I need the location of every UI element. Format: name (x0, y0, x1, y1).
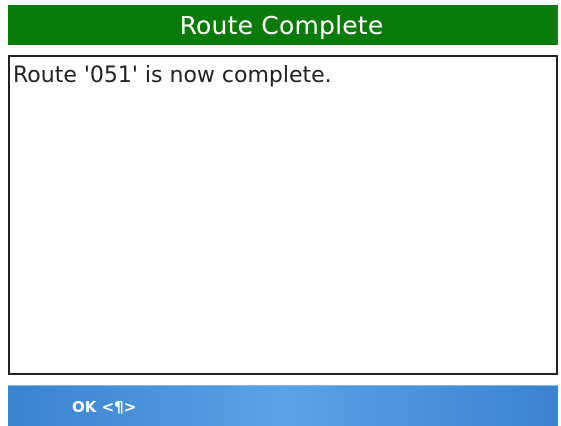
ok-softkey-button[interactable]: OK <¶> (72, 398, 136, 416)
completion-message: Route '051' is now complete. (13, 63, 332, 88)
dialog-title: Route Complete (179, 10, 384, 40)
softkey-bar: OK <¶> (8, 385, 558, 426)
dialog-title-bar: Route Complete (8, 5, 558, 45)
message-box: Route '051' is now complete. (8, 55, 558, 375)
